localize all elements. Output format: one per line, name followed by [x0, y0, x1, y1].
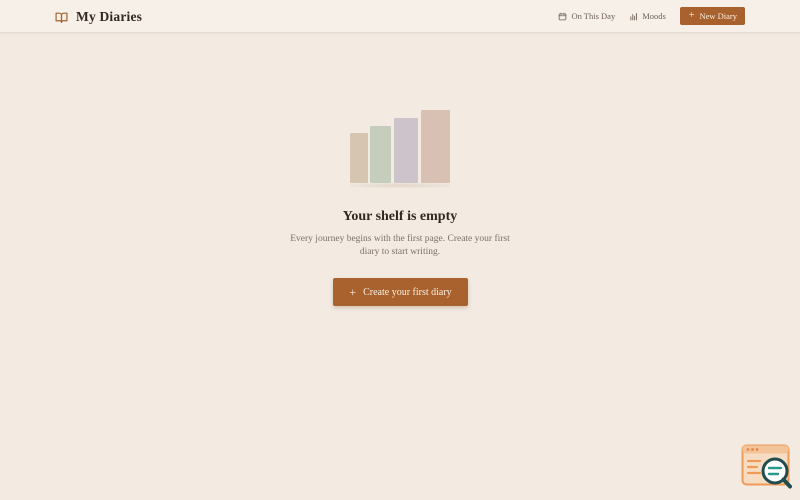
header-nav: On This Day Moods + New Diary	[558, 7, 745, 25]
empty-state-description: Every journey begins with the first page…	[290, 234, 510, 257]
empty-state-title: Your shelf is empty	[342, 209, 458, 224]
nav-on-this-day[interactable]: On This Day	[558, 11, 615, 21]
nav-moods-label: Moods	[642, 11, 666, 21]
plus-icon: +	[688, 10, 695, 21]
top-navigation-bar: My Diaries On This Day Moods + New Diary	[0, 0, 800, 33]
create-first-diary-label: Create your first diary	[363, 286, 452, 298]
app-title: My Diaries	[76, 9, 143, 24]
bookshelf-illustration	[348, 108, 453, 188]
new-diary-button[interactable]: + New Diary	[679, 7, 745, 25]
bar-chart-icon	[630, 12, 638, 20]
nav-on-this-day-label: On This Day	[571, 11, 616, 21]
book-spine-3	[394, 118, 418, 183]
book-spine-1	[350, 133, 368, 183]
create-first-diary-button[interactable]: + Create your first diary	[333, 278, 468, 306]
book-spine-4	[421, 110, 450, 183]
book-open-icon	[55, 12, 68, 23]
search-doc-icon[interactable]	[741, 444, 793, 490]
calendar-icon	[559, 12, 567, 20]
plus-icon: +	[349, 285, 357, 299]
new-diary-label: New Diary	[699, 11, 737, 21]
brand[interactable]: My Diaries	[55, 7, 142, 27]
book-spine-2	[370, 126, 391, 183]
shelf-shadow	[350, 183, 451, 188]
nav-moods[interactable]: Moods	[629, 11, 666, 21]
